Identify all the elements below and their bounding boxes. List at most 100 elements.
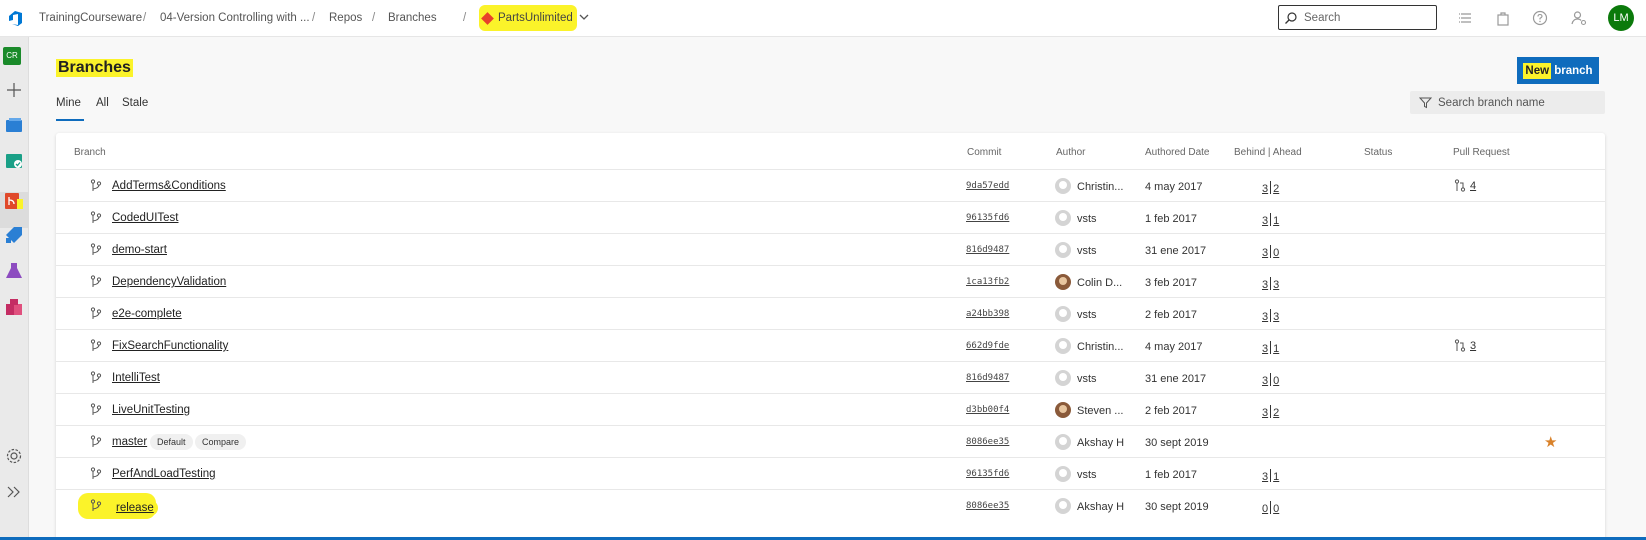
column-header-behind-ahead[interactable]: Behind | Ahead	[1234, 147, 1302, 158]
behind-ahead: 00	[1262, 501, 1279, 515]
favorite-star-icon[interactable]: ★	[1544, 433, 1557, 451]
branch-name-link[interactable]: master	[112, 436, 147, 448]
expand-icon[interactable]	[4, 482, 24, 502]
pull-request-link[interactable]: 4	[1454, 179, 1476, 192]
behind-count-link[interactable]: 3	[1262, 215, 1268, 227]
test-plans-icon[interactable]	[4, 261, 24, 281]
add-icon[interactable]	[4, 80, 24, 100]
branch-filter-input[interactable]: Search branch name	[1410, 91, 1605, 114]
breadcrumb-repos[interactable]: Repos	[329, 12, 362, 24]
breadcrumb-org[interactable]: TrainingCourseware	[39, 12, 142, 24]
breadcrumb-branches[interactable]: Branches	[388, 12, 437, 24]
ahead-count-link[interactable]: 1	[1273, 343, 1279, 355]
behind-ahead-divider	[1270, 277, 1272, 290]
breadcrumb-project[interactable]: 04-Version Controlling with ...	[160, 12, 310, 24]
tab-all[interactable]: All	[96, 97, 109, 109]
ahead-count-link[interactable]: 1	[1273, 215, 1279, 227]
table-row[interactable]: IntelliTest 816d9487 vsts 31 ene 2017 3 0	[56, 361, 1605, 393]
behind-count-link[interactable]: 3	[1262, 471, 1268, 483]
tab-mine[interactable]: Mine	[56, 97, 81, 109]
table-row[interactable]: e2e-complete a24bb398 vsts 2 feb 2017 3 3	[56, 297, 1605, 329]
commit-link[interactable]: a24bb398	[966, 309, 1009, 319]
author-avatar	[1055, 306, 1071, 322]
column-header-date[interactable]: Authored Date	[1145, 147, 1210, 158]
branch-icon	[90, 371, 102, 384]
new-branch-button[interactable]: New branch	[1517, 57, 1599, 84]
repo-selector[interactable]: PartsUnlimited	[479, 5, 577, 31]
behind-ahead: 33	[1262, 277, 1279, 291]
column-header-branch[interactable]: Branch	[74, 147, 106, 158]
commit-link[interactable]: 816d9487	[966, 373, 1009, 383]
branch-name-link[interactable]: DependencyValidation	[112, 276, 226, 288]
commit-link[interactable]: 96135fd6	[966, 213, 1009, 223]
table-row[interactable]: PerfAndLoadTesting 96135fd6 vsts 1 feb 2017…	[56, 457, 1605, 489]
pull-request-link[interactable]: 3	[1454, 339, 1476, 352]
chevron-down-icon[interactable]	[577, 10, 591, 24]
user-settings-icon[interactable]	[1571, 10, 1587, 26]
ahead-count-link[interactable]: 2	[1273, 407, 1279, 419]
behind-count-link[interactable]: 3	[1262, 311, 1268, 323]
pipelines-icon[interactable]	[4, 225, 24, 245]
table-row[interactable]: FixSearchFunctionality 662d9fde Christin..…	[56, 329, 1605, 361]
ahead-count-link[interactable]: 0	[1273, 503, 1279, 515]
table-row[interactable]: LiveUnitTesting d3bb00f4 Steven ... 2 feb 2…	[56, 393, 1605, 425]
search-box[interactable]: Search	[1278, 5, 1437, 30]
azure-devops-logo-icon[interactable]	[6, 9, 24, 27]
repos-icon[interactable]	[4, 191, 24, 211]
branch-name-link[interactable]: e2e-complete	[112, 308, 182, 320]
table-row[interactable]: release 8086ee35 Akshay H 30 sept 2019 0 0	[56, 489, 1605, 521]
behind-count-link[interactable]: 3	[1262, 247, 1268, 259]
shopping-bag-icon[interactable]	[1495, 10, 1511, 26]
list-icon[interactable]	[1458, 10, 1474, 26]
overview-icon[interactable]	[4, 115, 24, 135]
branch-name-link[interactable]: demo-start	[112, 244, 167, 256]
behind-ahead-divider	[1270, 181, 1272, 194]
tab-stale[interactable]: Stale	[122, 97, 148, 109]
commit-link[interactable]: 1ca13fb2	[966, 277, 1009, 287]
behind-count-link[interactable]: 3	[1262, 343, 1268, 355]
behind-count-link[interactable]: 3	[1262, 279, 1268, 291]
branch-name-link[interactable]: LiveUnitTesting	[112, 404, 190, 416]
behind-count-link[interactable]: 3	[1262, 183, 1268, 195]
column-header-pull-request[interactable]: Pull Request	[1453, 147, 1510, 158]
user-avatar[interactable]: LM	[1608, 5, 1634, 31]
ahead-count-link[interactable]: 0	[1273, 375, 1279, 387]
ahead-count-link[interactable]: 2	[1273, 183, 1279, 195]
branch-name-link[interactable]: PerfAndLoadTesting	[112, 468, 216, 480]
commit-link[interactable]: d3bb00f4	[966, 405, 1009, 415]
behind-count-link[interactable]: 3	[1262, 375, 1268, 387]
ahead-count-link[interactable]: 0	[1273, 247, 1279, 259]
column-header-author[interactable]: Author	[1056, 147, 1085, 158]
artifacts-icon[interactable]	[4, 297, 24, 317]
branch-name-link[interactable]: AddTerms&Conditions	[112, 180, 226, 192]
branch-name-link[interactable]: release	[112, 500, 158, 516]
table-row[interactable]: CodedUITest 96135fd6 vsts 1 feb 2017 3 1	[56, 201, 1605, 233]
commit-link[interactable]: 96135fd6	[966, 469, 1009, 479]
branch-name-link[interactable]: CodedUITest	[112, 212, 178, 224]
ahead-count-link[interactable]: 3	[1273, 311, 1279, 323]
commit-link[interactable]: 8086ee35	[966, 501, 1009, 511]
behind-count-link[interactable]: 3	[1262, 407, 1268, 419]
table-row[interactable]: DependencyValidation 1ca13fb2 Colin D... 3 …	[56, 265, 1605, 297]
project-icon[interactable]: CR	[3, 47, 21, 65]
commit-link[interactable]: 9da57edd	[966, 181, 1009, 191]
author-avatar	[1055, 274, 1071, 290]
branch-badge-compare[interactable]: Compare	[195, 434, 247, 450]
behind-count-link[interactable]: 0	[1262, 503, 1268, 515]
table-row[interactable]: AddTerms&Conditions 9da57edd Christin... 4 …	[56, 169, 1605, 201]
ahead-count-link[interactable]: 3	[1273, 279, 1279, 291]
table-row[interactable]: demo-start 816d9487 vsts 31 ene 2017 3 0	[56, 233, 1605, 265]
commit-link[interactable]: 8086ee35	[966, 437, 1009, 447]
branch-name-link[interactable]: FixSearchFunctionality	[112, 340, 228, 352]
pull-request-icon	[1454, 339, 1466, 352]
table-row[interactable]: master Default Compare 8086ee35 Akshay H 30 s…	[56, 425, 1605, 457]
boards-icon[interactable]	[4, 151, 24, 171]
settings-icon[interactable]	[4, 446, 24, 466]
column-header-commit[interactable]: Commit	[967, 147, 1001, 158]
ahead-count-link[interactable]: 1	[1273, 471, 1279, 483]
commit-link[interactable]: 662d9fde	[966, 341, 1009, 351]
column-header-status[interactable]: Status	[1364, 147, 1392, 158]
branch-name-link[interactable]: IntelliTest	[112, 372, 160, 384]
commit-link[interactable]: 816d9487	[966, 245, 1009, 255]
help-icon[interactable]	[1532, 10, 1548, 26]
